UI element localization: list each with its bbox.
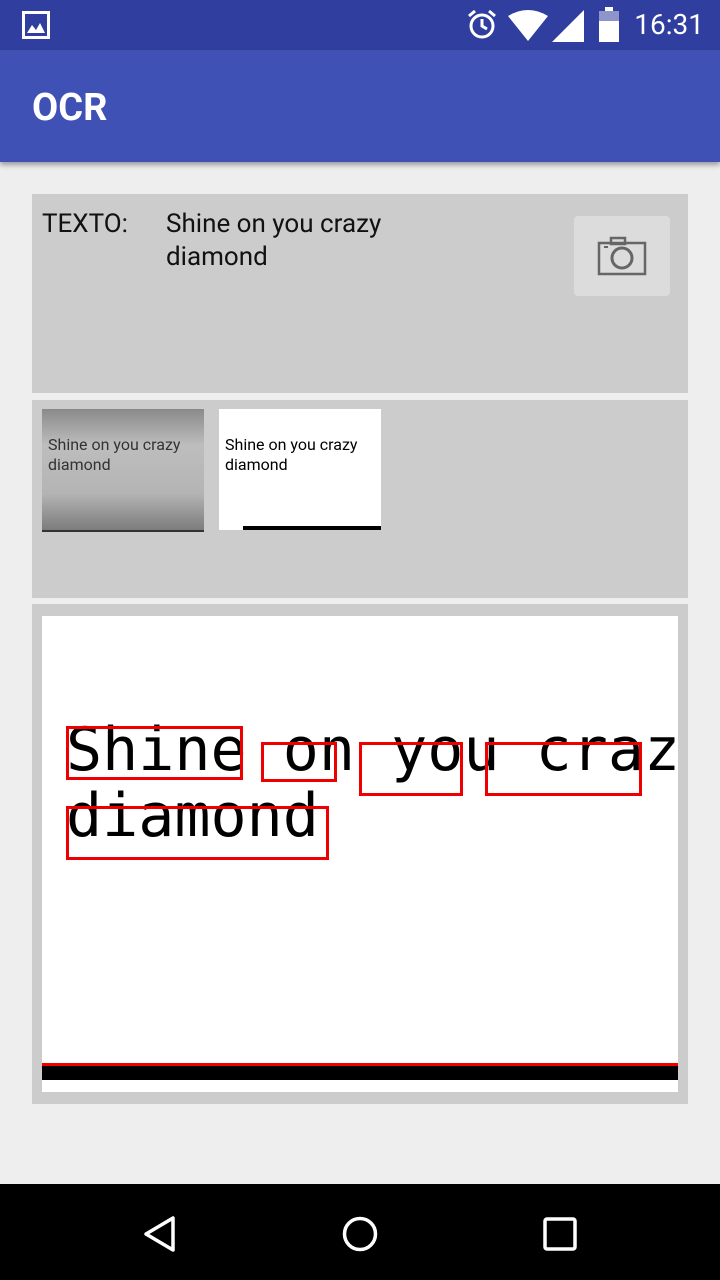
word-bounding-box — [359, 742, 463, 796]
app-title: OCR — [32, 86, 108, 130]
detection-panel: Shine on you crazy diamond — [32, 604, 688, 1104]
navigation-bar — [0, 1184, 720, 1280]
thumbnail-caption: Shine on you crazy diamond — [48, 435, 181, 474]
original-photo-thumbnail[interactable]: Shine on you crazy diamond — [42, 409, 204, 532]
word-bounding-box — [485, 742, 642, 796]
processed-image-thumbnail[interactable]: Shine on you crazy diamond — [219, 409, 381, 530]
camera-icon — [597, 236, 647, 276]
clock: 16:31 — [634, 8, 704, 41]
result-panel: TEXTO: Shine on you crazy diamond — [32, 194, 688, 393]
recents-icon[interactable] — [542, 1216, 578, 1252]
camera-button[interactable] — [574, 216, 670, 296]
alarm-icon — [468, 9, 496, 39]
word-bounding-box — [261, 742, 337, 782]
thumbnails-panel: Shine on you crazy diamond Shine on you … — [32, 400, 688, 598]
thumbnail-caption: Shine on you crazy diamond — [225, 435, 358, 474]
home-icon[interactable] — [340, 1214, 380, 1254]
signal-icon — [552, 10, 584, 42]
app-bar: OCR — [0, 50, 720, 162]
detection-image: Shine on you crazy diamond — [42, 616, 678, 1092]
battery-icon — [599, 7, 619, 42]
word-bounding-box — [66, 806, 329, 860]
wifi-icon — [508, 10, 548, 41]
image-icon — [22, 11, 50, 39]
status-bar: 16:31 — [0, 0, 720, 50]
bottom-bar-detection — [42, 1063, 678, 1080]
recognized-text: Shine on you crazy diamond — [166, 209, 382, 272]
back-icon[interactable] — [140, 1214, 180, 1254]
text-label: TEXTO: — [42, 209, 128, 239]
word-bounding-box — [66, 726, 243, 780]
